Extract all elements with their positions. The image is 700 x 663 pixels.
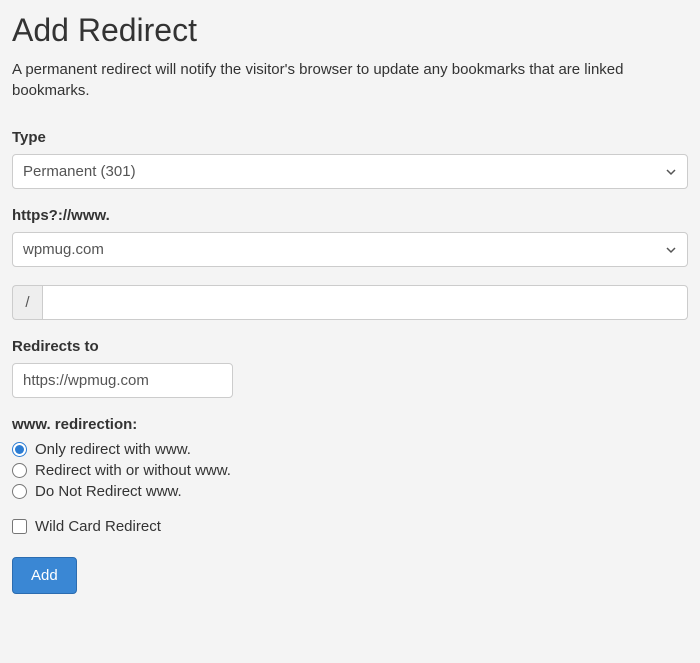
www-radio-both[interactable]: [12, 463, 27, 478]
www-redirection-group: www. redirection: Only redirect with www…: [12, 416, 688, 500]
add-button[interactable]: Add: [12, 557, 77, 594]
redirects-to-label: Redirects to: [12, 338, 688, 355]
type-select[interactable]: Permanent (301): [12, 154, 688, 189]
www-radio-none-label: Do Not Redirect www.: [35, 483, 182, 500]
www-radio-none[interactable]: [12, 484, 27, 499]
www-redirection-label: www. redirection:: [12, 416, 688, 433]
path-prefix: /: [12, 285, 42, 320]
domain-label: https?://www.: [12, 207, 688, 224]
type-group: Type Permanent (301): [12, 129, 688, 189]
www-option-none[interactable]: Do Not Redirect www.: [12, 483, 688, 500]
redirects-to-input[interactable]: [12, 363, 233, 398]
wildcard-label: Wild Card Redirect: [35, 518, 161, 535]
type-label: Type: [12, 129, 688, 146]
wildcard-checkbox[interactable]: [12, 519, 27, 534]
www-option-both[interactable]: Redirect with or without www.: [12, 462, 688, 479]
www-radio-both-label: Redirect with or without www.: [35, 462, 231, 479]
domain-select[interactable]: wpmug.com: [12, 232, 688, 267]
page-title: Add Redirect: [12, 12, 688, 49]
path-input[interactable]: [42, 285, 688, 320]
wildcard-group: Wild Card Redirect: [12, 518, 688, 535]
page-description: A permanent redirect will notify the vis…: [12, 59, 688, 101]
www-radio-only[interactable]: [12, 442, 27, 457]
www-option-only[interactable]: Only redirect with www.: [12, 441, 688, 458]
www-radio-only-label: Only redirect with www.: [35, 441, 191, 458]
path-group: /: [12, 285, 688, 320]
redirects-to-group: Redirects to: [12, 338, 688, 398]
domain-group: https?://www. wpmug.com: [12, 207, 688, 267]
wildcard-option[interactable]: Wild Card Redirect: [12, 518, 688, 535]
